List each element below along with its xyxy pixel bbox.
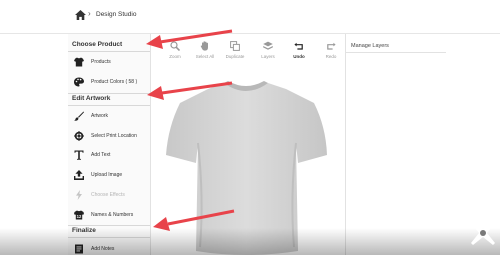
upload-icon	[74, 170, 84, 180]
redo-button[interactable]: Redo	[314, 38, 348, 64]
duplicate-button[interactable]: Duplicate	[218, 38, 252, 64]
tool-label: Layers	[261, 54, 275, 59]
divider	[346, 52, 446, 53]
sidebar: Choose Product Products Product Colors (…	[68, 34, 151, 255]
tshirt-mockup[interactable]	[164, 77, 329, 255]
sidebar-item-label: Upload Image	[91, 172, 123, 178]
divider	[68, 225, 150, 226]
sidebar-item-label: Add Notes	[91, 246, 115, 252]
breadcrumb-separator: ›	[88, 9, 91, 18]
sidebar-item-products[interactable]: Products	[68, 52, 150, 74]
jersey-icon: 12	[74, 210, 84, 220]
sidebar-item-label: Product Colors ( 58 )	[91, 79, 138, 85]
brush-icon	[74, 111, 84, 121]
section-heading-finalize: Finalize	[72, 227, 96, 234]
svg-text:12: 12	[77, 214, 82, 219]
select-all-button[interactable]: Select All	[188, 38, 222, 64]
tool-label: Duplicate	[225, 54, 245, 59]
zoom-button[interactable]: Zoom	[158, 38, 192, 64]
sidebar-item-names-numbers[interactable]: 12 Names & Numbers	[68, 205, 150, 227]
text-icon	[74, 150, 84, 160]
effects-icon	[76, 190, 82, 200]
divider	[68, 93, 150, 94]
tool-label: Select All	[195, 54, 215, 59]
breadcrumb-current: Design Studio	[96, 11, 137, 18]
undo-button[interactable]: Undo	[282, 38, 316, 64]
sidebar-item-product-colors[interactable]: Product Colors ( 58 )	[68, 72, 150, 94]
home-icon[interactable]	[75, 10, 86, 20]
tshirt-icon	[74, 57, 84, 67]
sidebar-item-add-text[interactable]: Add Text	[68, 145, 150, 167]
sidebar-item-label: Add Text	[91, 152, 111, 158]
layers-panel-title: Manage Layers	[351, 43, 389, 49]
top-bar: › Design Studio	[0, 0, 500, 34]
undo-icon	[294, 42, 303, 50]
section-heading-edit-artwork: Edit Artwork	[72, 95, 111, 102]
sidebar-item-label: Names & Numbers	[91, 212, 134, 218]
sidebar-item-artwork[interactable]: Artwork	[68, 106, 150, 128]
toolbar: Zoom Select All Duplicate Layers Undo Re…	[158, 38, 342, 64]
sidebar-item-choose-effects[interactable]: Choose Effects	[68, 185, 150, 207]
sidebar-item-label: Artwork	[91, 113, 108, 119]
divider	[68, 237, 150, 238]
tool-label: Redo	[325, 54, 337, 59]
palette-icon	[74, 77, 84, 87]
sidebar-item-label: Select Print Location	[91, 133, 137, 139]
brand-logo-icon	[471, 221, 495, 245]
redo-icon	[327, 42, 336, 50]
zoom-icon	[170, 41, 180, 51]
target-icon	[74, 131, 84, 141]
duplicate-icon	[230, 41, 240, 51]
notes-icon	[75, 244, 83, 254]
sidebar-item-add-notes[interactable]: Add Notes	[68, 239, 150, 261]
tool-label: Zoom	[169, 54, 181, 59]
design-canvas[interactable]	[150, 64, 345, 255]
layers-icon	[263, 41, 273, 50]
sidebar-item-upload-image[interactable]: Upload Image	[68, 165, 150, 187]
layers-panel: Manage Layers	[345, 34, 446, 255]
sidebar-item-label: Choose Effects	[91, 192, 125, 198]
hand-icon	[200, 41, 208, 51]
section-heading-choose-product: Choose Product	[72, 41, 123, 48]
sidebar-item-label: Products	[91, 59, 111, 65]
layers-button[interactable]: Layers	[251, 38, 285, 64]
tool-label: Undo	[293, 54, 305, 59]
